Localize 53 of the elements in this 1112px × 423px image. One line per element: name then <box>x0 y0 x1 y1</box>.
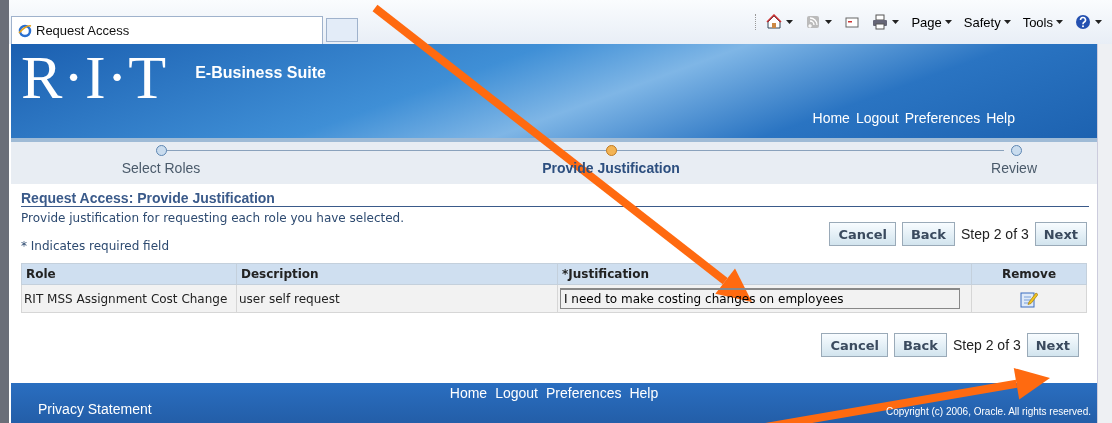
menu-button[interactable]: Safety <box>963 14 1011 30</box>
column-header: Description <box>236 263 558 285</box>
step-indicator: Step 2 of 3 <box>961 226 1029 242</box>
app-name: E-Business Suite <box>195 64 326 82</box>
footer-link[interactable]: Home <box>449 385 488 401</box>
next-button[interactable]: Next <box>1034 222 1087 246</box>
step-marker[interactable] <box>155 144 167 156</box>
step-label[interactable]: Review <box>991 160 1037 176</box>
page-title: Request Access: Provide Justification <box>21 184 1089 207</box>
menu-button[interactable]: Page <box>911 14 952 30</box>
column-header: *Justification <box>557 263 972 285</box>
footer-link[interactable]: Help <box>629 385 659 401</box>
privacy-link[interactable]: Privacy Statement <box>38 401 152 417</box>
copyright-text: Copyright (c) 2006, Oracle. All rights reserved. <box>885 406 1091 417</box>
instruction-text: Provide justification for requesting each role you have selected. <box>21 211 404 225</box>
back-button[interactable]: Back <box>893 333 947 357</box>
column-header: Role <box>21 263 237 285</box>
cancel-button[interactable]: Cancel <box>821 333 888 357</box>
justification-field[interactable]: I need to make costing changes on employees <box>560 288 960 309</box>
mail-icon[interactable] <box>844 14 861 30</box>
home-icon[interactable] <box>766 14 783 30</box>
caret-icon[interactable] <box>825 20 833 24</box>
cancel-button[interactable]: Cancel <box>829 222 896 246</box>
nav-link[interactable]: Logout <box>855 110 899 126</box>
column-header: Remove <box>971 263 1087 285</box>
step-marker[interactable] <box>1011 144 1022 156</box>
help-icon[interactable] <box>1075 14 1091 30</box>
nav-link[interactable]: Home <box>812 110 850 126</box>
table-cell: user self request <box>236 284 558 313</box>
step-indicator: Step 2 of 3 <box>953 337 1021 353</box>
footer-link[interactable]: Logout <box>495 385 538 401</box>
caret-icon[interactable] <box>944 20 952 24</box>
caret-icon[interactable] <box>1056 20 1063 24</box>
step-label[interactable]: Select Roles <box>121 160 201 176</box>
nav-link[interactable]: Help <box>986 110 1015 126</box>
required-note: * Indicates required field <box>21 239 170 253</box>
caret-icon[interactable] <box>786 20 794 24</box>
browser-logo-icon[interactable] <box>18 23 32 38</box>
print-icon[interactable] <box>872 14 889 30</box>
current-step-marker[interactable] <box>605 144 617 156</box>
edit-icon[interactable] <box>1020 289 1038 308</box>
caret-icon[interactable] <box>1095 20 1102 24</box>
back-button[interactable]: Back <box>901 222 955 246</box>
caret-icon[interactable] <box>1003 20 1011 24</box>
nav-link[interactable]: Preferences <box>904 110 981 126</box>
menu-button[interactable]: Tools <box>1022 14 1063 30</box>
footer-link[interactable]: Preferences <box>545 385 622 401</box>
next-button[interactable]: Next <box>1026 333 1079 357</box>
caret-icon[interactable] <box>892 20 900 24</box>
browser-tab[interactable]: Request Access <box>11 16 323 44</box>
scrollbar[interactable] <box>1097 44 1112 423</box>
logo: R·I·T <box>21 46 168 108</box>
table-cell: RIT MSS Assignment Cost Change <box>21 284 237 313</box>
